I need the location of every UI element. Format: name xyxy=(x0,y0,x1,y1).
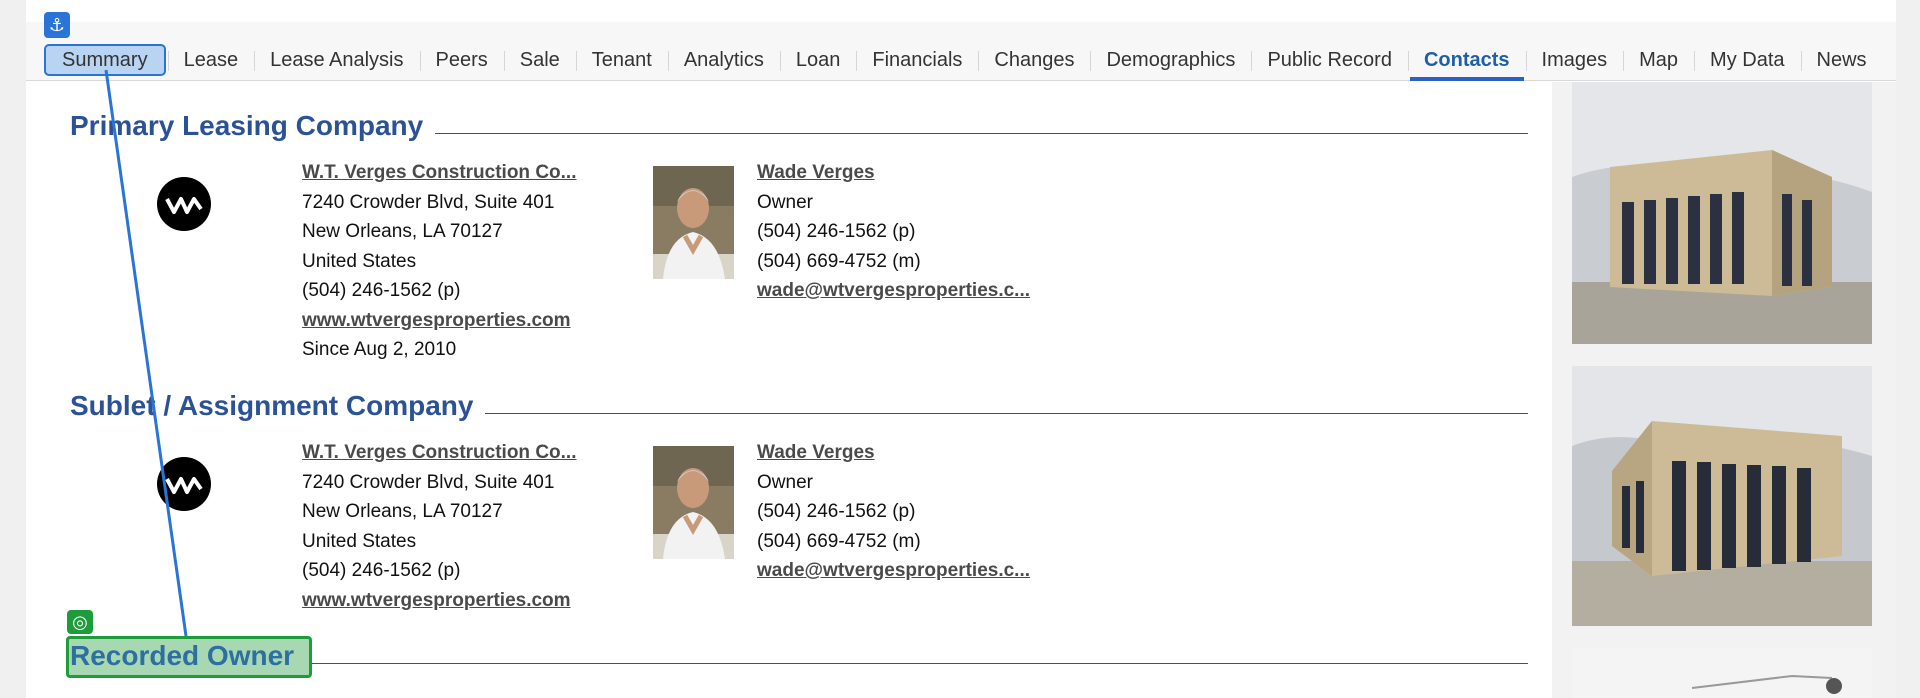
section-divider xyxy=(485,412,1528,414)
top-strip xyxy=(26,0,1896,22)
company-address-line2: New Orleans, LA 70127 xyxy=(302,501,503,522)
section-title: Primary Leasing Company xyxy=(70,110,424,141)
tab-my-data[interactable]: My Data xyxy=(1694,40,1800,80)
contact-card: Wade Verges Owner (504) 246-1562 (p) (50… xyxy=(757,438,1030,586)
tab-changes[interactable]: Changes xyxy=(978,40,1090,80)
tab-map[interactable]: Map xyxy=(1623,40,1694,80)
contact-phone: (504) 246-1562 (p) xyxy=(757,501,916,522)
company-logo[interactable] xyxy=(157,177,211,231)
tab-bar: Summary Lease Lease Analysis Peers Sale … xyxy=(26,22,1896,81)
building-photo-image xyxy=(1572,82,1872,344)
anchor-icon: ⚓ xyxy=(44,12,70,38)
company-website-link[interactable]: www.wtvergesproperties.com xyxy=(302,586,576,616)
contact-photo-image xyxy=(653,446,734,559)
section-divider xyxy=(435,132,1528,134)
tab-list: Summary Lease Lease Analysis Peers Sale … xyxy=(44,40,1883,81)
tab-peers[interactable]: Peers xyxy=(419,40,504,80)
section-header-primary-leasing: Primary Leasing Company xyxy=(70,110,1528,142)
tab-loan[interactable]: Loan xyxy=(779,40,857,80)
tab-lease[interactable]: Lease xyxy=(167,40,255,80)
company-card: W.T. Verges Construction Co... 7240 Crow… xyxy=(302,158,576,365)
tab-financials[interactable]: Financials xyxy=(856,40,978,80)
tab-images[interactable]: Images xyxy=(1525,40,1624,80)
building-photo-image xyxy=(1572,648,1872,698)
company-country: United States xyxy=(302,250,417,272)
section-divider xyxy=(306,662,1528,664)
contact-photo[interactable] xyxy=(653,166,734,279)
tab-sale[interactable]: Sale xyxy=(503,40,576,80)
company-address-line1: 7240 Crowder Blvd, Suite 401 xyxy=(302,471,555,493)
section-title: Sublet / Assignment Company xyxy=(70,390,474,421)
contacts-panel: Primary Leasing Company W.T. Verges Cons… xyxy=(48,82,1528,698)
contact-role: Owner xyxy=(757,191,813,213)
company-name-link[interactable]: W.T. Verges Construction Co... xyxy=(302,158,576,188)
company-website-link[interactable]: www.wtvergesproperties.com xyxy=(302,306,576,336)
company-logo-mark xyxy=(165,477,203,494)
tab-lease-analysis[interactable]: Lease Analysis xyxy=(254,40,419,80)
building-photo[interactable] xyxy=(1572,648,1872,698)
section-header-sublet-assignment: Sublet / Assignment Company xyxy=(70,390,1528,422)
tab-news[interactable]: News xyxy=(1800,40,1883,80)
contact-photo[interactable] xyxy=(653,446,734,559)
tab-public-record[interactable]: Public Record xyxy=(1251,40,1408,80)
building-photo-image xyxy=(1572,366,1872,626)
company-address-line2: New Orleans, LA 70127 xyxy=(302,221,503,242)
contact-photo-image xyxy=(653,166,734,279)
company-card: W.T. Verges Construction Co... 7240 Crow… xyxy=(302,438,576,615)
contact-mobile: (504) 669-4752 (m) xyxy=(757,530,921,552)
contact-mobile: (504) 669-4752 (m) xyxy=(757,250,921,272)
company-country: United States xyxy=(302,530,417,552)
company-address-line1: 7240 Crowder Blvd, Suite 401 xyxy=(302,191,555,213)
tab-summary[interactable]: Summary xyxy=(44,44,166,76)
contact-name-link[interactable]: Wade Verges xyxy=(757,438,1030,468)
tab-demographics[interactable]: Demographics xyxy=(1090,40,1251,80)
company-name-link[interactable]: W.T. Verges Construction Co... xyxy=(302,438,576,468)
contact-phone: (504) 246-1562 (p) xyxy=(757,221,916,242)
target-icon: ◎ xyxy=(67,610,93,634)
tab-contacts[interactable]: Contacts xyxy=(1407,40,1526,81)
tab-analytics[interactable]: Analytics xyxy=(667,40,780,80)
building-photo[interactable] xyxy=(1572,82,1872,344)
company-phone: (504) 246-1562 (p) xyxy=(302,560,461,581)
contact-role: Owner xyxy=(757,471,813,493)
tab-tenant[interactable]: Tenant xyxy=(575,40,668,80)
company-since: Since Aug 2, 2010 xyxy=(302,339,457,360)
company-logo[interactable] xyxy=(157,457,211,511)
contact-card: Wade Verges Owner (504) 246-1562 (p) (50… xyxy=(757,158,1030,306)
image-gallery xyxy=(1552,82,1896,698)
contact-email-link[interactable]: wade@wtvergesproperties.c... xyxy=(757,556,1030,586)
contact-email-link[interactable]: wade@wtvergesproperties.c... xyxy=(757,276,1030,306)
company-phone: (504) 246-1562 (p) xyxy=(302,280,461,301)
contact-name-link[interactable]: Wade Verges xyxy=(757,158,1030,188)
building-photo[interactable] xyxy=(1572,366,1872,626)
company-logo-mark xyxy=(165,197,203,214)
target-highlight-label: Recorded Owner xyxy=(70,640,295,671)
